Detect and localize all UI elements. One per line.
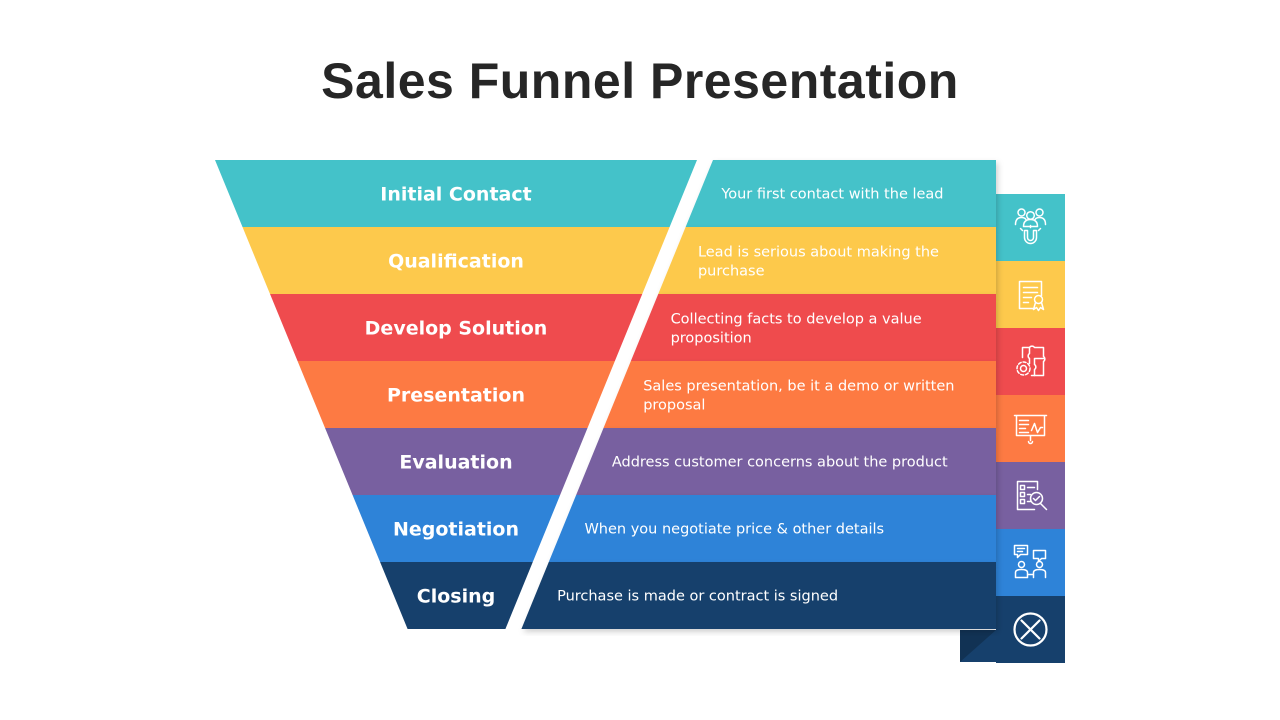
stage-name: Closing	[417, 586, 495, 608]
icon-cell	[996, 328, 1065, 395]
stage-description-panel	[603, 361, 996, 428]
stage-description: When you negotiate price & other details	[584, 522, 884, 538]
icon-cell	[996, 261, 1065, 328]
stage-name: Qualification	[388, 251, 524, 273]
stage-description-panel	[630, 294, 996, 361]
stage-name: Initial Contact	[380, 184, 531, 206]
funnel-bands	[215, 160, 996, 629]
stage-name: Develop Solution	[365, 318, 548, 340]
stage-name: Negotiation	[393, 519, 519, 541]
icon-cell	[996, 395, 1065, 462]
stage-name: Presentation	[387, 385, 525, 407]
icon-cell	[996, 529, 1065, 596]
stage-name: Evaluation	[399, 452, 512, 474]
stage-description-panel	[658, 227, 996, 294]
stage-description: Purchase is made or contract is signed	[557, 589, 838, 605]
stage-description: Your first contact with the lead	[720, 187, 943, 203]
stage-description: Address customer concerns about the prod…	[612, 455, 948, 471]
sales-funnel-diagram: Initial Contact Your first contact with t…	[215, 160, 1065, 663]
